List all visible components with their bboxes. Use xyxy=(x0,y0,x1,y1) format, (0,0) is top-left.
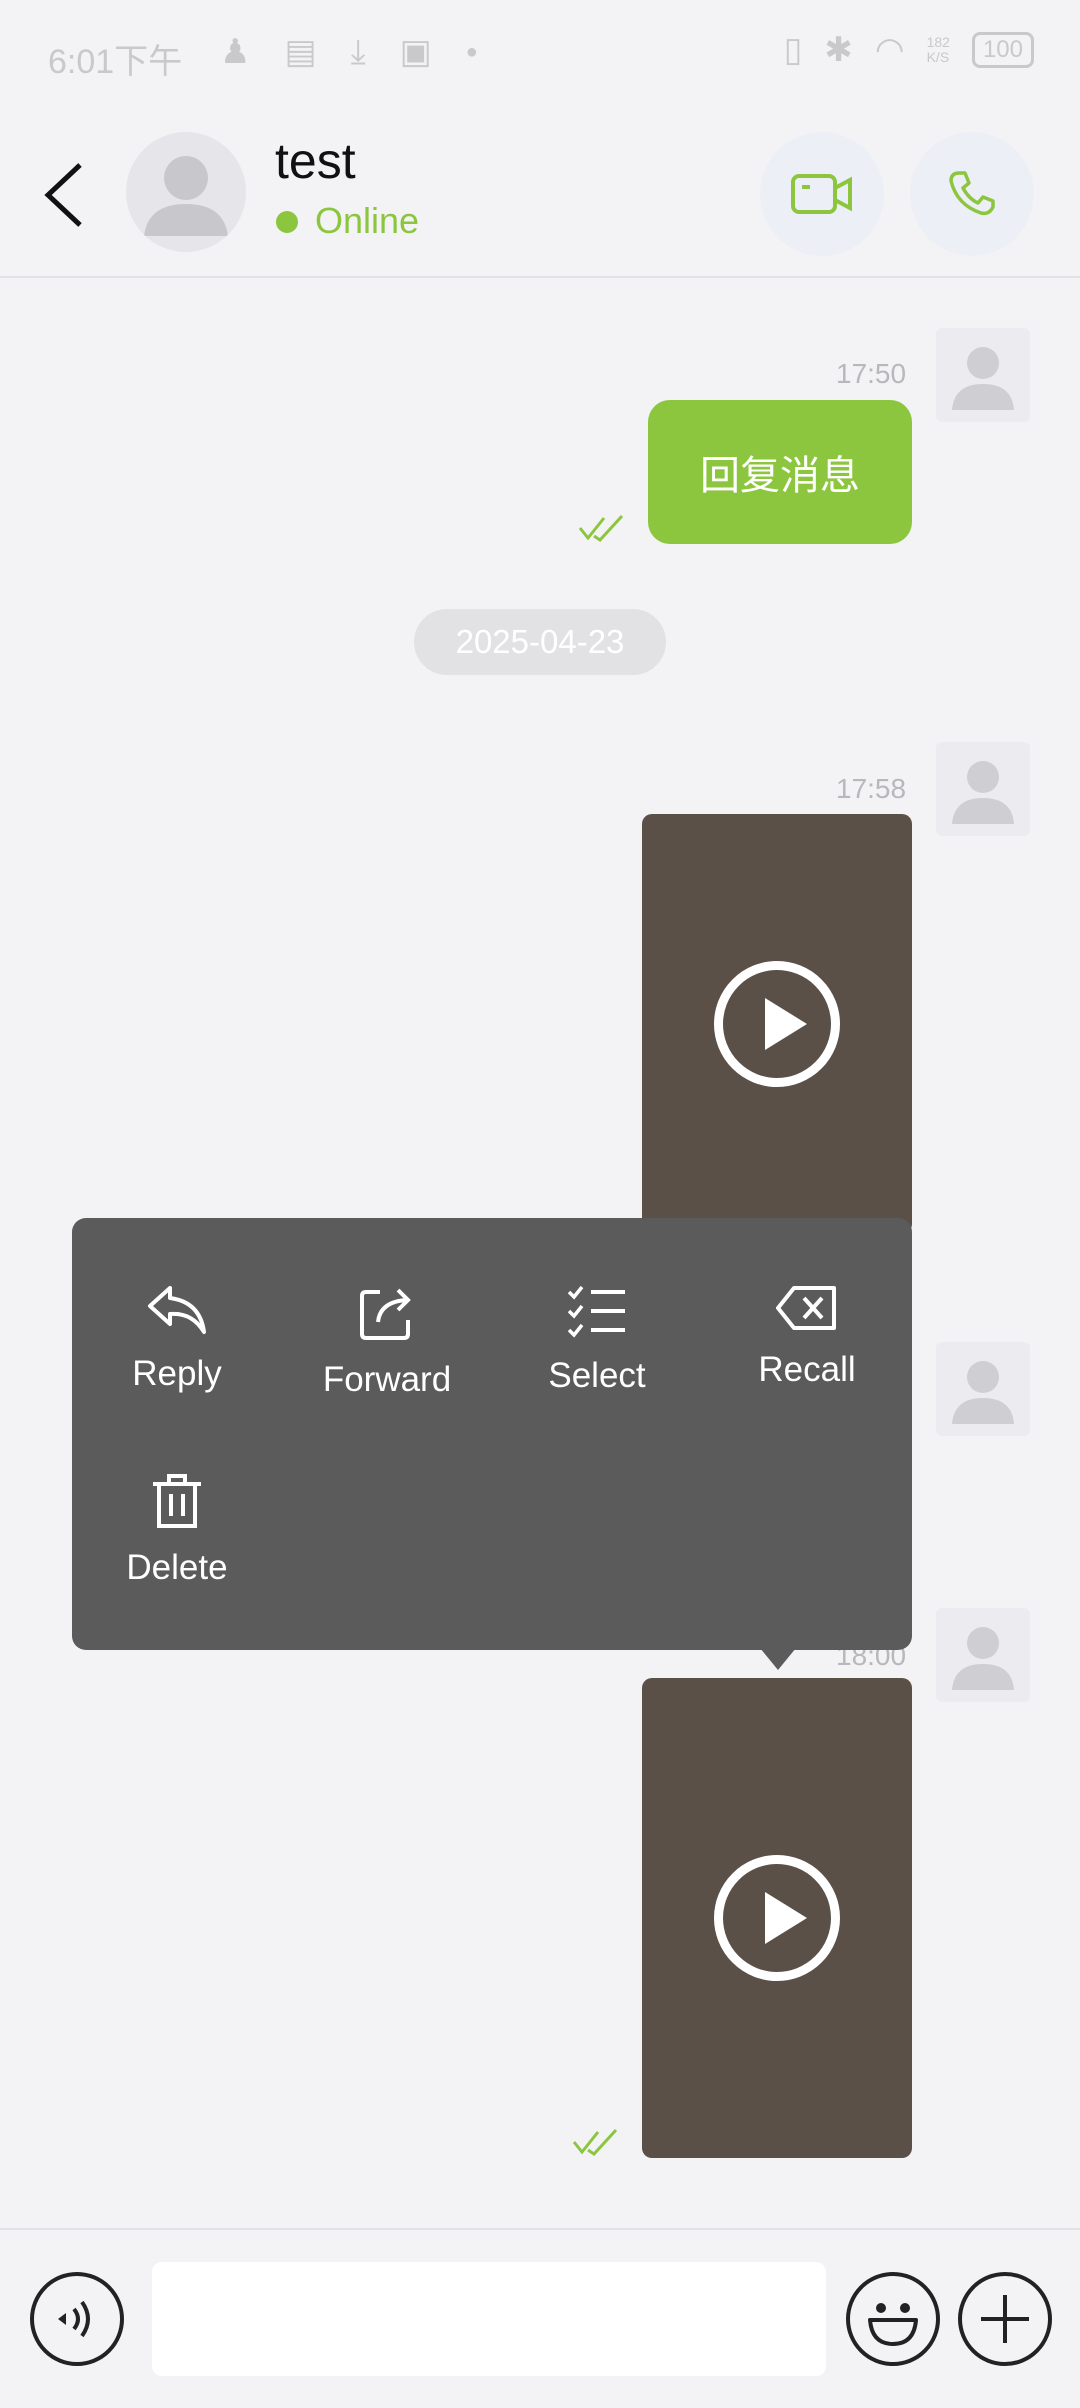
menu-delete-button[interactable]: Delete xyxy=(72,1472,282,1588)
video-message[interactable] xyxy=(642,814,912,1234)
menu-forward-label: Forward xyxy=(322,1360,452,1399)
message-bubble[interactable]: 回复消息 xyxy=(648,400,912,544)
bluetooth-icon: ✱ xyxy=(824,31,853,69)
message-timestamp: 17:50 xyxy=(836,358,907,389)
status-bar: 6:01下午 ♟ ▤ ⤓ ▣ ● ▯ ✱ ◠ 182 K/S 100 xyxy=(0,0,1080,110)
plus-icon xyxy=(981,2295,1029,2343)
dot-icon: ● xyxy=(465,40,478,63)
message-context-menu: Reply Forward Select Recall Delete xyxy=(72,1218,912,1650)
chevron-left-icon xyxy=(44,163,82,227)
person-icon xyxy=(144,156,228,236)
forward-icon xyxy=(360,1288,411,1340)
voice-input-button[interactable] xyxy=(30,2272,124,2366)
trash-icon xyxy=(153,1474,201,1528)
checklist-icon xyxy=(567,1285,625,1338)
parking-icon: ▣ xyxy=(399,33,432,71)
play-icon[interactable] xyxy=(714,961,840,1087)
backspace-icon xyxy=(776,1286,836,1330)
menu-reply-button[interactable]: Reply xyxy=(72,1284,282,1394)
video-call-button[interactable] xyxy=(760,132,884,256)
message-input[interactable] xyxy=(152,2262,826,2376)
add-attachment-button[interactable] xyxy=(958,2272,1052,2366)
menu-select-button[interactable]: Select xyxy=(492,1284,702,1396)
video-message[interactable] xyxy=(642,1678,912,2158)
input-bar xyxy=(0,2228,1080,2408)
menu-delete-label: Delete xyxy=(126,1548,228,1587)
wifi-icon: ◠ xyxy=(874,31,905,69)
message-timestamp: 17:58 xyxy=(836,773,907,804)
notification-icon: ♟ xyxy=(220,33,251,71)
my-avatar[interactable] xyxy=(936,1608,1030,1702)
voice-icon xyxy=(58,2300,90,2338)
read-receipt-icon xyxy=(572,2128,618,2156)
contact-avatar[interactable] xyxy=(126,132,246,252)
download-icon: ⤓ xyxy=(350,32,366,71)
status-time: 6:01下午 xyxy=(48,43,183,81)
reply-icon xyxy=(148,1286,206,1334)
menu-pointer xyxy=(760,1648,796,1670)
emoji-icon xyxy=(868,2303,918,2346)
battery-icon: 100 xyxy=(971,32,1034,68)
person-icon xyxy=(952,1361,1014,1424)
status-system-icons: ▯ ✱ ◠ 182 K/S 100 xyxy=(784,30,1034,70)
message-text: 回复消息 xyxy=(700,454,860,498)
net-speed: 182 K/S xyxy=(926,34,950,65)
menu-reply-label: Reply xyxy=(132,1354,222,1393)
app-icon: ▤ xyxy=(284,33,317,71)
online-status-dot xyxy=(276,211,298,233)
video-camera-icon xyxy=(791,174,852,214)
emoji-button[interactable] xyxy=(846,2272,940,2366)
menu-select-label: Select xyxy=(548,1356,646,1395)
vibrate-icon: ▯ xyxy=(783,31,803,69)
my-avatar[interactable] xyxy=(936,1342,1030,1436)
my-avatar[interactable] xyxy=(936,328,1030,422)
chat-header: test Online xyxy=(0,110,1080,278)
phone-icon xyxy=(949,171,995,216)
person-icon xyxy=(952,347,1014,410)
play-icon[interactable] xyxy=(714,1855,840,1981)
my-avatar[interactable] xyxy=(936,742,1030,836)
menu-recall-label: Recall xyxy=(758,1350,856,1389)
online-status: Online xyxy=(315,200,420,241)
person-icon xyxy=(952,1627,1014,1690)
status-notification-icons: ♟ ▤ ⤓ ▣ ● xyxy=(220,32,478,72)
back-button[interactable] xyxy=(40,160,90,230)
voice-call-button[interactable] xyxy=(910,132,1034,256)
menu-forward-button[interactable]: Forward xyxy=(282,1284,492,1400)
person-icon xyxy=(952,761,1014,824)
contact-name: test xyxy=(275,133,356,189)
menu-recall-button[interactable]: Recall xyxy=(702,1284,912,1390)
date-divider: 2025-04-23 xyxy=(414,609,666,675)
read-receipt-icon xyxy=(578,514,624,542)
